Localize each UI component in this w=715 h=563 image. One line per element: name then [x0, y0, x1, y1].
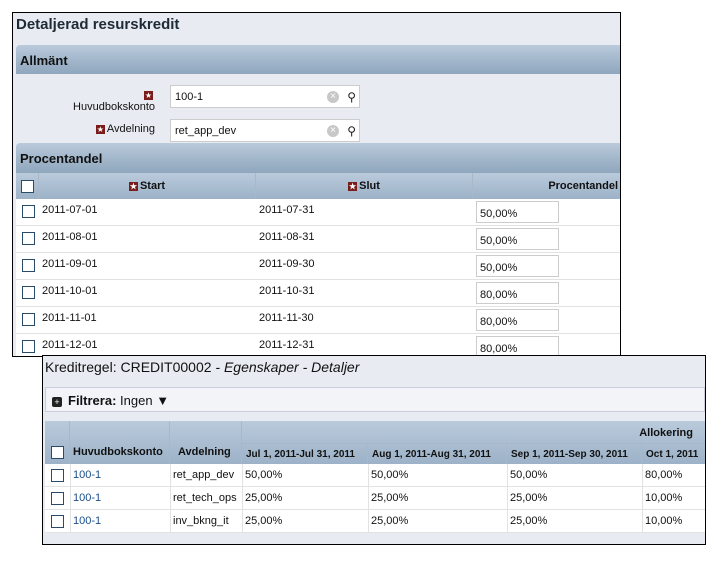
field-label-account: ★Huvudbokskonto [73, 90, 155, 113]
percent-row: 2011-10-01 2011-10-31 80,00% [16, 280, 620, 307]
filter-bar[interactable]: + Filtrera: Ingen ▼ [45, 387, 705, 412]
row-checkbox[interactable] [22, 340, 35, 353]
binoculars-lookup-icon[interactable]: ⚲ [347, 124, 356, 138]
row-checkbox[interactable] [51, 469, 64, 482]
column-start[interactable]: ★ Start [39, 173, 256, 199]
required-icon: ★ [144, 90, 153, 100]
end-date: 2011-09-30 [259, 258, 315, 270]
percent-input[interactable]: 50,00% [476, 255, 559, 277]
credit-rule-panel: Kreditregel: CREDIT00002 - Egenskaper - … [42, 355, 706, 545]
percent-table-header: ★ Start ★ Slut Procentandel [16, 173, 620, 199]
row-checkbox[interactable] [51, 515, 64, 528]
row-checkbox[interactable] [22, 259, 35, 272]
cell: 50,00% [510, 469, 548, 481]
account-input[interactable]: 100-1 × ⚲ [170, 85, 360, 108]
cell: 25,00% [510, 515, 548, 527]
cell: 25,00% [245, 515, 283, 527]
end-date: 2011-08-31 [259, 231, 315, 243]
account-link[interactable]: 100-1 [73, 515, 101, 527]
end-date: 2011-12-31 [259, 339, 315, 351]
row-checkbox[interactable] [22, 313, 35, 326]
row-checkbox[interactable] [51, 492, 64, 505]
cell: 10,00% [645, 492, 683, 504]
page-title: Detaljerad resurskredit [16, 16, 180, 33]
clear-icon[interactable]: × [327, 125, 339, 137]
column-aug[interactable]: Aug 1, 2011-Aug 31, 2011 [368, 444, 507, 464]
column-department[interactable]: Avdelning [170, 421, 242, 464]
cell: 25,00% [245, 492, 283, 504]
percent-row: 2011-11-01 2011-11-30 80,00% [16, 307, 620, 334]
dropdown-arrow-icon[interactable]: ▼ [156, 393, 169, 408]
allocation-row: 100-1 inv_bkng_it 25,00% 25,00% 25,00% 10,00% [45, 510, 705, 533]
cell: ret_tech_ops [173, 492, 237, 504]
panel-title: Kreditregel: CREDIT00002 - Egenskaper - … [45, 359, 360, 375]
row-checkbox[interactable] [22, 286, 35, 299]
percent-row: 2011-08-01 2011-08-31 50,00% [16, 226, 620, 253]
percent-input[interactable]: 50,00% [476, 228, 559, 250]
start-date: 2011-11-01 [42, 312, 97, 324]
cell: 50,00% [245, 469, 283, 481]
percent-input[interactable]: 80,00% [476, 282, 559, 304]
row-checkbox[interactable] [22, 205, 35, 218]
percent-row: 2011-09-01 2011-09-30 50,00% [16, 253, 620, 280]
cell: 10,00% [645, 515, 683, 527]
start-date: 2011-12-01 [42, 339, 98, 351]
select-all-checkbox[interactable] [20, 179, 34, 193]
cell: 25,00% [510, 492, 548, 504]
column-jul[interactable]: Jul 1, 2011-Jul 31, 2011 [242, 444, 368, 464]
percent-row: 2011-12-01 2011-12-31 80,00% [16, 334, 620, 356]
end-date: 2011-11-30 [259, 312, 314, 324]
group-header-allocation: Allokering [639, 427, 693, 439]
end-date: 2011-07-31 [259, 204, 315, 216]
cell: 50,00% [371, 469, 409, 481]
select-all-checkbox[interactable] [51, 446, 64, 459]
cell: ret_app_dev [173, 469, 235, 481]
allocation-row: 100-1 ret_tech_ops 25,00% 25,00% 25,00% 10,00… [45, 487, 705, 510]
cell: inv_bkng_it [173, 515, 229, 527]
cell: 25,00% [371, 515, 409, 527]
field-label-department: ★ Avdelning [95, 123, 155, 135]
column-account[interactable]: Huvudbokskonto [70, 421, 170, 464]
allocation-table-header: Huvudbokskonto Avdelning Allokering Jul … [45, 421, 705, 464]
cell: 25,00% [371, 492, 409, 504]
expand-plus-icon[interactable]: + [52, 397, 62, 407]
percent-input[interactable]: 80,00% [476, 336, 559, 356]
filter-value[interactable]: Ingen [120, 393, 153, 408]
percent-row: 2011-07-01 2011-07-31 50,00% [16, 199, 620, 226]
section-general-header[interactable]: Allmänt [16, 45, 620, 74]
account-link[interactable]: 100-1 [73, 492, 101, 504]
resource-credit-detail-panel: Detaljerad resurskredit Allmänt ★Huvudbo… [12, 12, 621, 357]
clear-icon[interactable]: × [327, 91, 339, 103]
section-percent-header[interactable]: Procentandel [16, 143, 620, 173]
department-input[interactable]: ret_app_dev × ⚲ [170, 119, 360, 142]
column-percent[interactable]: Procentandel [473, 173, 620, 199]
cell: 80,00% [645, 469, 683, 481]
start-date: 2011-08-01 [42, 231, 98, 243]
start-date: 2011-09-01 [42, 258, 98, 270]
column-sep[interactable]: Sep 1, 2011-Sep 30, 2011 [507, 444, 642, 464]
allocation-row: 100-1 ret_app_dev 50,00% 50,00% 50,00% 80,00% [45, 464, 705, 487]
binoculars-lookup-icon[interactable]: ⚲ [347, 90, 356, 104]
column-end[interactable]: ★ Slut [256, 173, 473, 199]
percent-input[interactable]: 80,00% [476, 309, 559, 331]
account-link[interactable]: 100-1 [73, 469, 101, 481]
column-oct[interactable]: Oct 1, 2011 [642, 444, 705, 464]
start-date: 2011-07-01 [42, 204, 98, 216]
start-date: 2011-10-01 [42, 285, 98, 297]
percent-input[interactable]: 50,00% [476, 201, 559, 223]
end-date: 2011-10-31 [259, 285, 315, 297]
required-icon: ★ [95, 124, 105, 134]
row-checkbox[interactable] [22, 232, 35, 245]
